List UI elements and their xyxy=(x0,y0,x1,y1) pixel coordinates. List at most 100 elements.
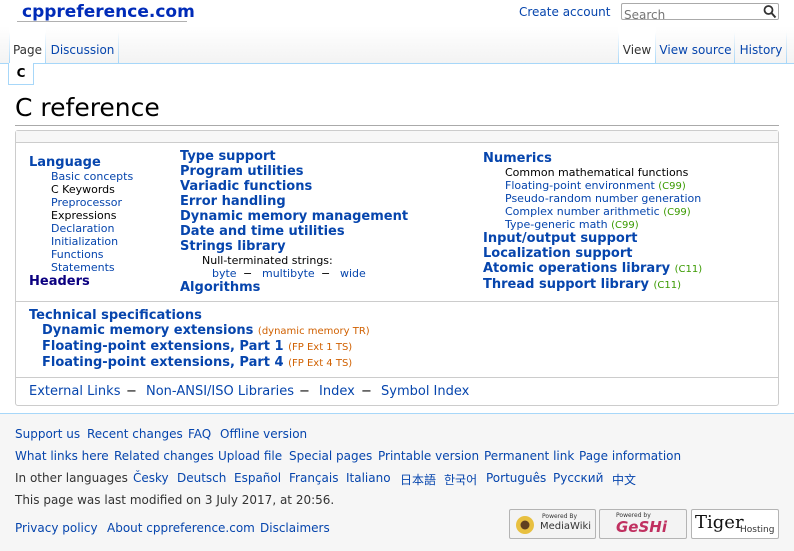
external-links-link[interactable]: External Links xyxy=(29,384,120,399)
prng-link[interactable]: Pseudo-random number generation xyxy=(505,192,701,205)
tab-discussion[interactable]: Discussion xyxy=(46,26,119,63)
statements-link[interactable]: Statements xyxy=(51,261,115,274)
index-link[interactable]: Index xyxy=(319,384,355,399)
page-information-link[interactable]: Page information xyxy=(579,449,681,463)
badge-caption: Powered By xyxy=(542,513,578,520)
other-languages-label: In other languages xyxy=(15,471,128,485)
wide-strings-link[interactable]: wide xyxy=(340,267,366,280)
dash-separator: − xyxy=(126,384,137,399)
privacy-policy-link[interactable]: Privacy policy xyxy=(15,521,98,535)
search-input[interactable] xyxy=(622,7,762,23)
badge-name: GeSHi xyxy=(616,518,667,536)
site-logo[interactable]: cppreference.com xyxy=(22,2,195,22)
algorithms-link[interactable]: Algorithms xyxy=(180,280,260,295)
what-links-here-link[interactable]: What links here xyxy=(15,449,109,463)
common-math-link[interactable]: Common mathematical functions xyxy=(505,166,688,179)
search-icon[interactable] xyxy=(763,4,777,19)
tab-view-source[interactable]: View source xyxy=(656,26,735,63)
declaration-link[interactable]: Declaration xyxy=(51,222,114,235)
powered-by-mediawiki-badge[interactable]: Powered By MediaWiki xyxy=(509,509,596,539)
ts-badge: (FP Ext 1 TS) xyxy=(288,342,353,353)
lang-pt-link[interactable]: Português xyxy=(486,471,546,485)
variadic-functions-link[interactable]: Variadic functions xyxy=(180,179,312,194)
byte-strings-link[interactable]: byte xyxy=(212,267,237,280)
localization-link[interactable]: Localization support xyxy=(483,246,633,261)
program-utilities-link[interactable]: Program utilities xyxy=(180,164,304,179)
tgmath-link[interactable]: Type-generic math (C99) xyxy=(505,218,639,231)
non-ansi-libraries-link[interactable]: Non-ANSI/ISO Libraries xyxy=(146,384,294,399)
lang-cs-link[interactable]: Česky xyxy=(133,471,169,485)
section-divider xyxy=(16,301,778,302)
page-title: C reference xyxy=(15,93,160,122)
dash-separator: − xyxy=(243,267,253,280)
type-support-link[interactable]: Type support xyxy=(180,149,276,164)
language-link[interactable]: Language xyxy=(29,155,101,170)
sunflower-icon xyxy=(516,516,534,534)
lang-ru-link[interactable]: Русский xyxy=(553,471,603,485)
c-keywords-link[interactable]: C Keywords xyxy=(51,183,115,196)
version-badge: (C11) xyxy=(653,280,681,291)
lang-zh-link[interactable]: 中文 xyxy=(612,471,636,488)
basic-concepts-link[interactable]: Basic concepts xyxy=(51,170,133,183)
ts-badge: (FP Ext 4 TS) xyxy=(288,358,353,369)
tab-history[interactable]: History xyxy=(735,26,787,63)
lang-ko-link[interactable]: 한국어 xyxy=(444,471,477,488)
tech-specs-link[interactable]: Technical specifications xyxy=(29,308,202,323)
fp-ext-part4-link[interactable]: Floating-point extensions, Part 4 (FP Ex… xyxy=(42,355,352,370)
functions-link[interactable]: Functions xyxy=(51,248,104,261)
offline-version-link[interactable]: Offline version xyxy=(220,427,307,441)
title-divider xyxy=(15,125,779,126)
tiger-hosting-badge[interactable]: Tiger Hosting xyxy=(691,509,779,539)
atomic-ops-link[interactable]: Atomic operations library (C11) xyxy=(483,261,702,276)
lang-ja-link[interactable]: 日本語 xyxy=(400,471,436,488)
upload-file-link[interactable]: Upload file xyxy=(218,449,282,463)
error-handling-link[interactable]: Error handling xyxy=(180,194,286,209)
io-support-link[interactable]: Input/output support xyxy=(483,231,637,246)
dash-separator: − xyxy=(361,384,372,399)
lang-es-link[interactable]: Español xyxy=(234,471,281,485)
initialization-link[interactable]: Initialization xyxy=(51,235,118,248)
complex-arithmetic-link[interactable]: Complex number arithmetic (C99) xyxy=(505,205,691,218)
fp-environment-link[interactable]: Floating-point environment (C99) xyxy=(505,179,686,192)
dynamic-memory-ext-link[interactable]: Dynamic memory extensions (dynamic memor… xyxy=(42,323,370,338)
lang-de-link[interactable]: Deutsch xyxy=(177,471,226,485)
support-us-link[interactable]: Support us xyxy=(15,427,80,441)
tab-page[interactable]: Page xyxy=(9,26,46,63)
lang-it-link[interactable]: Italiano xyxy=(346,471,391,485)
recent-changes-link[interactable]: Recent changes xyxy=(87,427,183,441)
related-changes-link[interactable]: Related changes xyxy=(114,449,214,463)
preprocessor-link[interactable]: Preprocessor xyxy=(51,196,122,209)
version-badge: (C99) xyxy=(663,207,691,218)
faq-link[interactable]: FAQ xyxy=(188,427,211,441)
logo-underline xyxy=(17,21,187,22)
expressions-link[interactable]: Expressions xyxy=(51,209,116,222)
dynamic-memory-link[interactable]: Dynamic memory management xyxy=(180,209,408,224)
about-link[interactable]: About cppreference.com xyxy=(107,521,255,535)
search-box xyxy=(621,3,779,23)
badge-name: Tiger xyxy=(695,512,744,533)
create-account-link[interactable]: Create account xyxy=(519,5,611,19)
reference-box-header xyxy=(16,131,778,143)
tab-c-namespace[interactable]: C xyxy=(8,63,34,85)
tab-view[interactable]: View xyxy=(618,26,656,63)
version-badge: (C99) xyxy=(611,220,639,231)
thread-support-link[interactable]: Thread support library (C11) xyxy=(483,277,681,292)
date-time-link[interactable]: Date and time utilities xyxy=(180,224,345,239)
version-badge: (C11) xyxy=(674,264,703,275)
fp-ext-part1-link[interactable]: Floating-point extensions, Part 1 (FP Ex… xyxy=(42,339,352,354)
lang-fr-link[interactable]: Français xyxy=(289,471,338,485)
symbol-index-link[interactable]: Symbol Index xyxy=(381,384,469,399)
disclaimers-link[interactable]: Disclaimers xyxy=(260,521,330,535)
multibyte-strings-link[interactable]: multibyte xyxy=(262,267,315,280)
badge-name: MediaWiki xyxy=(540,521,592,532)
powered-by-geshi-badge[interactable]: Powered by GeSHi xyxy=(599,509,687,539)
numerics-link[interactable]: Numerics xyxy=(483,151,552,166)
strings-library-link[interactable]: Strings library xyxy=(180,239,286,254)
last-modified-text: This page was last modified on 3 July 20… xyxy=(15,493,335,507)
ts-badge: (dynamic memory TR) xyxy=(257,326,370,337)
badge-caption: Hosting xyxy=(740,525,775,535)
permanent-link[interactable]: Permanent link xyxy=(484,449,574,463)
headers-link[interactable]: Headers xyxy=(29,274,90,289)
printable-version-link[interactable]: Printable version xyxy=(378,449,479,463)
special-pages-link[interactable]: Special pages xyxy=(289,449,372,463)
